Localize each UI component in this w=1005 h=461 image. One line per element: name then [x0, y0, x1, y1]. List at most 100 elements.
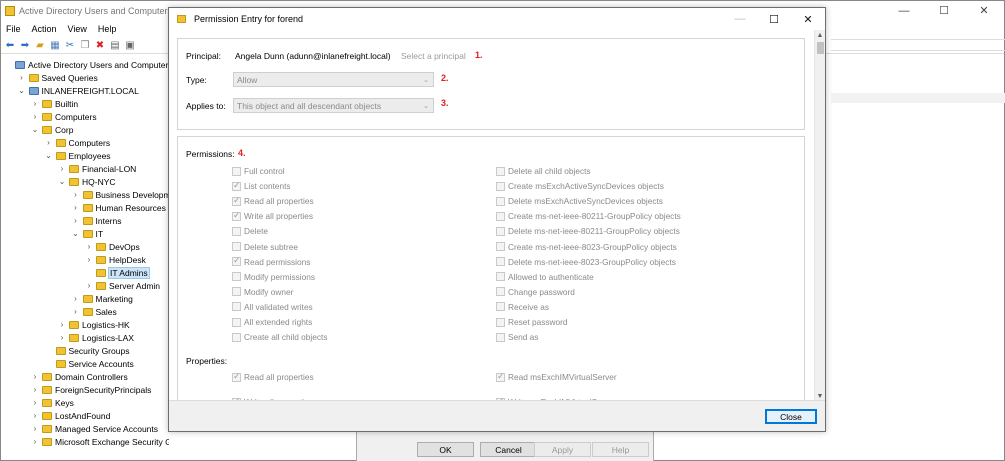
help-button[interactable]: Help: [592, 442, 649, 457]
tree-item[interactable]: ⌄ IT: [72, 227, 103, 240]
tree-item[interactable]: Active Directory Users and Computers [A: [4, 58, 169, 71]
cancel-button[interactable]: Cancel: [480, 442, 537, 457]
permission-checkbox-item[interactable]: Receive as: [496, 301, 549, 313]
permission-checkbox-item[interactable]: All validated writes: [232, 301, 313, 313]
chevron-right-icon[interactable]: ›: [58, 320, 66, 329]
tree-item[interactable]: Security Groups: [45, 344, 129, 357]
checkbox[interactable]: [496, 257, 505, 267]
checkbox[interactable]: [232, 302, 241, 312]
checkbox[interactable]: [232, 287, 241, 297]
chevron-right-icon[interactable]: ›: [85, 242, 93, 251]
tree-item[interactable]: ⌄ INLANEFREIGHT.LOCAL: [18, 84, 139, 97]
cut-icon[interactable]: ✂: [64, 39, 76, 51]
permission-checkbox-item[interactable]: Modify permissions: [232, 271, 315, 283]
menu-help[interactable]: Help: [98, 24, 117, 34]
tree-item[interactable]: › Computers: [45, 136, 110, 149]
tree-item[interactable]: › Computers: [31, 110, 97, 123]
tree-item[interactable]: › Builtin: [31, 97, 79, 110]
copy-icon[interactable]: ❐: [79, 39, 91, 51]
checkbox[interactable]: [496, 317, 505, 327]
checkbox[interactable]: [232, 195, 241, 206]
menu-file[interactable]: File: [6, 24, 21, 34]
checkbox[interactable]: [232, 180, 241, 191]
permission-checkbox-item[interactable]: List contents: [232, 180, 291, 192]
checkbox[interactable]: [232, 210, 241, 221]
minimize-icon[interactable]: —: [723, 8, 757, 30]
checkbox[interactable]: [496, 287, 505, 297]
checkbox[interactable]: [496, 302, 505, 312]
chevron-down-icon[interactable]: ⌄: [18, 86, 26, 95]
checkbox[interactable]: [496, 332, 505, 342]
tree-item[interactable]: › Logistics-HK: [58, 318, 130, 331]
tree-item[interactable]: › Business Developmen: [72, 188, 169, 201]
tree-item[interactable]: › Domain Controllers: [31, 370, 128, 383]
tree-item[interactable]: ⌄ Corp: [31, 123, 74, 136]
chevron-down-icon[interactable]: ⌄: [31, 125, 39, 134]
checkbox[interactable]: [232, 166, 241, 176]
permission-checkbox-item[interactable]: Delete: [232, 225, 268, 237]
checkbox[interactable]: [232, 371, 241, 382]
console-tree-icon[interactable]: ▦: [49, 39, 61, 51]
tree-item[interactable]: › HelpDesk: [85, 253, 146, 266]
permission-checkbox-item[interactable]: Read msExchIMVirtualServer: [496, 371, 617, 383]
tree-item[interactable]: IT Admins: [85, 266, 150, 279]
permission-checkbox-item[interactable]: Allowed to authenticate: [496, 271, 594, 283]
maximize-icon[interactable]: ☐: [924, 1, 964, 20]
delete-icon[interactable]: ✖: [94, 39, 106, 51]
permission-checkbox-item[interactable]: Create ms-net-ieee-8023-GroupPolicy obje…: [496, 241, 677, 253]
tree-item[interactable]: › Sales: [72, 305, 117, 318]
permission-checkbox-item[interactable]: Delete all child objects: [496, 165, 591, 177]
tree-item[interactable]: › Microsoft Exchange Security Groups: [31, 435, 169, 448]
chevron-right-icon[interactable]: ›: [31, 424, 39, 433]
minimize-icon[interactable]: —: [884, 1, 924, 20]
chevron-down-icon[interactable]: ⌄: [58, 177, 66, 186]
permission-checkbox-item[interactable]: Write all properties: [232, 210, 313, 222]
chevron-right-icon[interactable]: ›: [72, 190, 80, 199]
permission-checkbox-item[interactable]: Change password: [496, 286, 575, 298]
checkbox[interactable]: [496, 211, 505, 221]
permission-checkbox-item[interactable]: Full control: [232, 165, 285, 177]
properties-icon[interactable]: ▤: [109, 39, 121, 51]
chevron-right-icon[interactable]: ›: [72, 294, 80, 303]
chevron-right-icon[interactable]: ›: [58, 333, 66, 342]
chevron-right-icon[interactable]: ›: [31, 411, 39, 420]
chevron-right-icon[interactable]: ›: [31, 398, 39, 407]
permission-checkbox-item[interactable]: Modify owner: [232, 286, 293, 298]
permission-checkbox-item[interactable]: Create ms-net-ieee-80211-GroupPolicy obj…: [496, 210, 681, 222]
tree-item[interactable]: ⌄ HQ-NYC: [58, 175, 116, 188]
checkbox[interactable]: [496, 272, 505, 282]
checkbox[interactable]: [496, 166, 505, 176]
tree-item[interactable]: › Logistics-LAX: [58, 331, 134, 344]
chevron-right-icon[interactable]: ›: [85, 255, 93, 264]
tree-item[interactable]: › Interns: [72, 214, 121, 227]
tree-item[interactable]: › Marketing: [72, 292, 133, 305]
chevron-right-icon[interactable]: ›: [31, 99, 39, 108]
tree-item[interactable]: › Human Resources: [72, 201, 166, 214]
menu-action[interactable]: Action: [32, 24, 57, 34]
checkbox[interactable]: [496, 181, 505, 191]
permission-checkbox-item[interactable]: Delete subtree: [232, 241, 298, 253]
chevron-right-icon[interactable]: ›: [58, 164, 66, 173]
export-icon[interactable]: ▣: [124, 39, 136, 51]
vertical-scrollbar[interactable]: ▲ ▼: [814, 30, 825, 402]
forward-arrow-icon[interactable]: ➡: [19, 39, 31, 51]
checkbox[interactable]: [496, 226, 505, 236]
apply-button[interactable]: Apply: [534, 442, 591, 457]
chevron-right-icon[interactable]: ›: [31, 437, 39, 446]
menu-view[interactable]: View: [68, 24, 87, 34]
tree-item[interactable]: › Saved Queries: [18, 71, 98, 84]
close-icon[interactable]: ✕: [964, 1, 1004, 20]
tree-item[interactable]: › Financial-LON: [58, 162, 137, 175]
tree-item[interactable]: › Server Admin: [85, 279, 160, 292]
checkbox[interactable]: [232, 242, 241, 251]
checkbox[interactable]: [496, 196, 505, 206]
chevron-right-icon[interactable]: ›: [72, 203, 80, 212]
scroll-thumb[interactable]: [817, 42, 824, 54]
chevron-right-icon[interactable]: ›: [18, 73, 26, 82]
close-icon[interactable]: ✕: [791, 8, 825, 30]
select-principal-link[interactable]: Select a principal: [401, 51, 466, 61]
chevron-down-icon[interactable]: ⌄: [45, 151, 53, 160]
scroll-up-icon[interactable]: ▲: [815, 30, 825, 41]
checkbox[interactable]: [232, 317, 241, 327]
permission-checkbox-item[interactable]: Read permissions: [232, 255, 310, 268]
